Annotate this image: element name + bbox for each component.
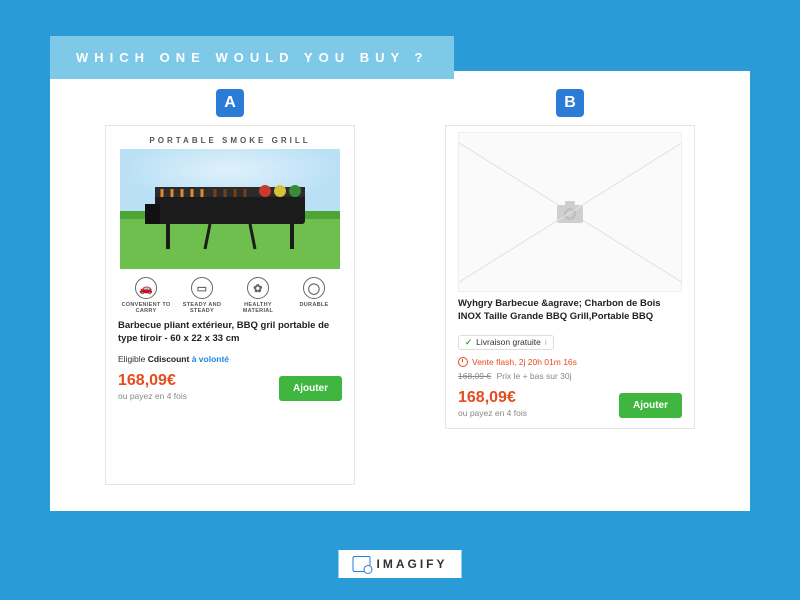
imagify-logo-text: IMAGIFY	[377, 557, 448, 571]
leaf-icon: ✿	[247, 277, 269, 299]
ring-icon: ◯	[303, 277, 325, 299]
product-title-a: Barbecue pliant extérieur, BBQ gril port…	[118, 320, 342, 346]
feature-item: ▭STEADY AND STEADY	[174, 277, 230, 314]
info-icon[interactable]: i	[545, 337, 547, 347]
car-icon: 🚗	[135, 277, 157, 299]
camera-icon	[556, 200, 584, 224]
grill-illustration	[120, 149, 340, 269]
option-b-badge: B	[556, 89, 584, 117]
feature-row: 🚗CONVENIENT TO CARRY ▭STEADY AND STEADY …	[118, 277, 342, 314]
comparison-panel: A PORTABLE SMOKE GRILL	[50, 71, 750, 511]
feature-item: ◯DURABLE	[286, 277, 342, 314]
product-card-a[interactable]: PORTABLE SMOKE GRILL	[105, 125, 355, 485]
product-card-b[interactable]: Wyhgry Barbecue &agrave; Charbon de Bois…	[445, 125, 695, 429]
feature-item: ✿HEALTHY MATERIAL	[230, 277, 286, 314]
headline-banner: WHICH ONE WOULD YOU BUY ?	[50, 36, 454, 79]
imagify-logo-icon	[353, 556, 371, 572]
box-icon: ▭	[191, 277, 213, 299]
price-sub-b: ou payez en 4 fois	[458, 408, 527, 418]
brand-footer: IMAGIFY	[339, 550, 462, 578]
product-image-b-placeholder	[458, 132, 682, 292]
cdiscount-link[interactable]: à volonté	[189, 354, 229, 364]
old-price-line: 168,09 € Prix le + bas sur 30j	[458, 371, 682, 381]
eligible-line: Eligible Cdiscount à volonté	[118, 354, 342, 364]
product-image-a: PORTABLE SMOKE GRILL	[118, 136, 342, 269]
feature-item: 🚗CONVENIENT TO CARRY	[118, 277, 174, 314]
add-button-a[interactable]: Ajouter	[279, 376, 342, 401]
add-button-b[interactable]: Ajouter	[619, 393, 682, 418]
price-sub-a: ou payez en 4 fois	[118, 391, 187, 401]
flash-sale-line: Vente flash, 2j 20h 01m 16s	[458, 357, 682, 367]
check-icon: ✓	[465, 337, 472, 348]
option-a-badge: A	[216, 89, 244, 117]
low-price-note: Prix le + bas sur 30j	[497, 371, 572, 381]
free-shipping-tag: ✓ Livraison gratuite i	[458, 335, 554, 350]
product-image-a-caption: PORTABLE SMOKE GRILL	[118, 136, 342, 145]
price-b: 168,09€	[458, 389, 527, 407]
option-b-column: B Wyhgry Barbecue &agrave; Charbon de Bo…	[420, 89, 720, 485]
product-title-b: Wyhgry Barbecue &agrave; Charbon de Bois…	[458, 298, 682, 324]
old-price: 168,09 €	[458, 371, 491, 381]
option-a-column: A PORTABLE SMOKE GRILL	[80, 89, 380, 485]
clock-icon	[458, 357, 468, 367]
price-a: 168,09€	[118, 372, 187, 390]
